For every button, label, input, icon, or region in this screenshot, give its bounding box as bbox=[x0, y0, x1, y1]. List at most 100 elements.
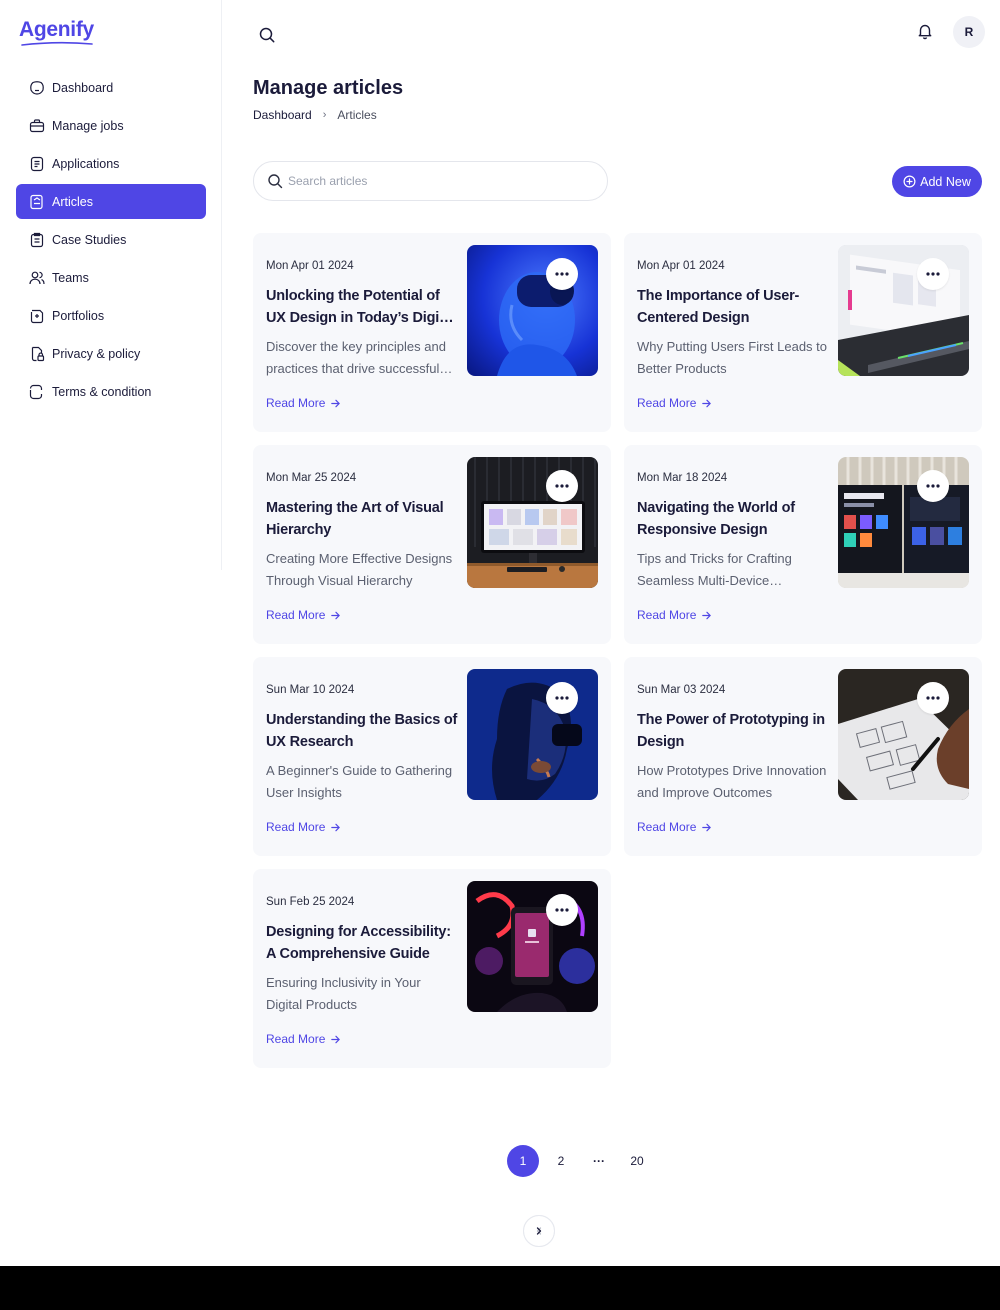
article-title[interactable]: The Power of Prototyping in Design bbox=[637, 709, 829, 753]
article-thumbnail[interactable] bbox=[467, 457, 598, 588]
article-title[interactable]: Navigating the World of Responsive Desig… bbox=[637, 497, 829, 541]
arrow-right-icon bbox=[331, 1035, 341, 1043]
article-title[interactable]: The Importance of User-Centered Design bbox=[637, 285, 829, 329]
article-thumbnail[interactable] bbox=[467, 881, 598, 1012]
sidebar-item-manage-jobs[interactable]: Manage jobs bbox=[16, 108, 206, 143]
sidebar-item-label: Privacy & policy bbox=[52, 346, 141, 361]
more-options-button[interactable] bbox=[917, 682, 949, 714]
read-more-link[interactable]: Read More bbox=[266, 1032, 341, 1046]
article-thumbnail[interactable] bbox=[838, 669, 969, 800]
ellipsis-icon bbox=[926, 484, 940, 488]
read-more-link[interactable]: Read More bbox=[266, 608, 341, 622]
article-title[interactable]: Unlocking the Potential of UX Design in … bbox=[266, 285, 458, 329]
arrow-right-icon bbox=[331, 611, 341, 619]
article-description: Tips and Tricks for Crafting Seamless Mu… bbox=[637, 551, 792, 588]
clipboard-icon bbox=[28, 231, 45, 248]
more-options-button[interactable] bbox=[546, 682, 578, 714]
next-page-button[interactable] bbox=[523, 1215, 555, 1247]
page-button[interactable]: 2 bbox=[545, 1145, 577, 1177]
laptop-screen-image bbox=[838, 245, 969, 376]
page: Agenify Dashboard Manage jobs Applicatio… bbox=[0, 0, 1000, 1266]
briefcase-icon bbox=[28, 117, 45, 134]
desk-monitor-image bbox=[467, 457, 598, 588]
sidebar-item-case-studies[interactable]: Case Studies bbox=[16, 222, 206, 257]
portfolio-icon bbox=[28, 307, 45, 324]
document-icon bbox=[28, 155, 45, 172]
article-title[interactable]: Designing for Accessibility: A Comprehen… bbox=[266, 921, 458, 965]
article-card[interactable]: Sun Mar 10 2024 Understanding the Basics… bbox=[253, 657, 611, 856]
search-input[interactable] bbox=[288, 174, 578, 188]
app-logo[interactable]: Agenify bbox=[19, 18, 94, 42]
phone-neon-image bbox=[467, 881, 598, 1012]
article-card[interactable]: Sun Mar 03 2024 The Power of Prototyping… bbox=[624, 657, 982, 856]
sidebar-item-label: Articles bbox=[52, 194, 93, 209]
more-options-button[interactable] bbox=[917, 470, 949, 502]
read-more-link[interactable]: Read More bbox=[637, 396, 712, 410]
read-more-label: Read More bbox=[266, 1032, 326, 1046]
page-button-current[interactable]: 1 bbox=[507, 1145, 539, 1177]
more-options-button[interactable] bbox=[546, 470, 578, 502]
search-icon[interactable] bbox=[258, 26, 276, 44]
article-title[interactable]: Mastering the Art of Visual Hierarchy bbox=[266, 497, 458, 541]
avatar[interactable]: R bbox=[953, 16, 985, 48]
page-ellipsis: ··· bbox=[593, 1154, 605, 1168]
article-date: Sun Mar 10 2024 bbox=[266, 684, 355, 696]
sidebar-item-teams[interactable]: Teams bbox=[16, 260, 206, 295]
sidebar-item-label: Dashboard bbox=[52, 80, 114, 95]
sidebar-item-articles[interactable]: Articles bbox=[16, 184, 206, 219]
article-card[interactable]: Mon Mar 25 2024 Mastering the Art of Vis… bbox=[253, 445, 611, 644]
sidebar-nav: Dashboard Manage jobs Applications Artic… bbox=[16, 70, 206, 412]
sidebar-item-label: Case Studies bbox=[52, 232, 127, 247]
article-icon bbox=[28, 193, 45, 210]
plus-circle-icon bbox=[903, 175, 916, 188]
dashboard-icon bbox=[28, 79, 45, 96]
article-description: How Prototypes Drive Innovation and Impr… bbox=[637, 763, 827, 800]
more-options-button[interactable] bbox=[546, 894, 578, 926]
article-date: Sun Feb 25 2024 bbox=[266, 896, 355, 908]
article-date: Mon Apr 01 2024 bbox=[637, 260, 725, 272]
ellipsis-icon bbox=[926, 696, 940, 700]
more-options-button[interactable] bbox=[546, 258, 578, 290]
sidebar-item-portfolios[interactable]: Portfolios bbox=[16, 298, 206, 333]
article-card[interactable]: Mon Apr 01 2024 Unlocking the Potential … bbox=[253, 233, 611, 432]
arrow-right-icon bbox=[702, 399, 712, 407]
article-card[interactable]: Sun Feb 25 2024 Designing for Accessibil… bbox=[253, 869, 611, 1068]
read-more-link[interactable]: Read More bbox=[637, 608, 712, 622]
more-options-button[interactable] bbox=[917, 258, 949, 290]
sidebar-item-dashboard[interactable]: Dashboard bbox=[16, 70, 206, 105]
add-new-label: Add New bbox=[920, 174, 971, 189]
article-title[interactable]: Understanding the Basics of UX Research bbox=[266, 709, 458, 753]
article-description: A Beginner's Guide to Gathering User Ins… bbox=[266, 763, 453, 800]
sidebar-item-label: Manage jobs bbox=[52, 118, 124, 133]
read-more-link[interactable]: Read More bbox=[637, 820, 712, 834]
breadcrumb-root[interactable]: Dashboard bbox=[253, 108, 312, 122]
bell-icon[interactable] bbox=[916, 22, 934, 40]
add-new-button[interactable]: Add New bbox=[892, 166, 982, 197]
sidebar-item-applications[interactable]: Applications bbox=[16, 146, 206, 181]
vr-headset-image bbox=[467, 245, 598, 376]
page-button-last[interactable]: 20 bbox=[621, 1145, 653, 1177]
article-card[interactable]: Mon Mar 18 2024 Navigating the World of … bbox=[624, 445, 982, 644]
read-more-label: Read More bbox=[266, 396, 326, 410]
sidebar-item-label: Applications bbox=[52, 156, 120, 171]
sidebar-item-terms[interactable]: Terms & condition bbox=[16, 374, 206, 409]
ellipsis-icon bbox=[926, 272, 940, 276]
read-more-link[interactable]: Read More bbox=[266, 820, 341, 834]
article-thumbnail[interactable] bbox=[838, 457, 969, 588]
article-thumbnail[interactable] bbox=[467, 245, 598, 376]
article-card[interactable]: Mon Apr 01 2024 The Importance of User-C… bbox=[624, 233, 982, 432]
article-thumbnail[interactable] bbox=[467, 669, 598, 800]
read-more-label: Read More bbox=[637, 608, 697, 622]
sidebar-item-label: Terms & condition bbox=[52, 384, 152, 399]
sidebar-item-label: Portfolios bbox=[52, 308, 105, 323]
search-bar bbox=[253, 161, 608, 201]
sidebar-item-privacy[interactable]: Privacy & policy bbox=[16, 336, 206, 371]
wireframe-sketch-image bbox=[838, 669, 969, 800]
article-date: Mon Mar 18 2024 bbox=[637, 472, 728, 484]
read-more-link[interactable]: Read More bbox=[266, 396, 341, 410]
chevron-right-icon bbox=[536, 1227, 542, 1235]
read-more-label: Read More bbox=[637, 396, 697, 410]
article-thumbnail[interactable] bbox=[838, 245, 969, 376]
arrow-right-icon bbox=[702, 611, 712, 619]
read-more-label: Read More bbox=[266, 608, 326, 622]
